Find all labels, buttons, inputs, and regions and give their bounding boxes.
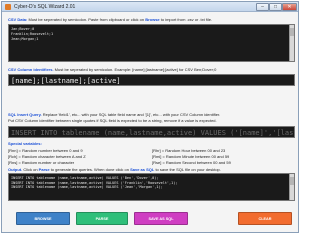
- csv-data-scrollbar[interactable]: [289, 25, 294, 61]
- minimize-button[interactable]: –: [256, 3, 269, 11]
- csv-data-textarea[interactable]: Jan;Bover;0 Franklin;Roosevelt;1 Jean;Mo…: [8, 24, 295, 62]
- special-variable: [Rnn] = Random number between 0 and 9: [8, 148, 83, 153]
- csv-identifiers-input[interactable]: [name];[lastname];[active]: [8, 74, 295, 86]
- csv-identifiers-label-text: Must be seperated by semicolon. Example:…: [53, 67, 217, 72]
- sql-query-label: SQL Insert Query. Replace 'field1', etc.…: [8, 112, 220, 117]
- app-window: Cyber-D's SQL Wizard 2.01 – □ ✕ CSV Data…: [1, 1, 299, 233]
- csv-data-label-title: CSV Data:: [8, 17, 28, 22]
- csv-data-label-text: Must be seperated by semicolon. Paste fr…: [27, 17, 146, 22]
- csv-data-browse-link: Browse: [145, 17, 160, 22]
- output-label-tail: to save the SQL file on your desktop.: [154, 167, 221, 172]
- output-scrollbar[interactable]: [289, 174, 294, 200]
- sql-query-help: Put CSV Column identifier between single…: [8, 118, 217, 123]
- clear-button[interactable]: CLEAR: [238, 212, 292, 225]
- output-label-title: Output.: [8, 167, 23, 172]
- title-bar[interactable]: Cyber-D's SQL Wizard 2.01 – □ ✕: [2, 2, 298, 12]
- special-variable: [Rhr] = Random Hour between 00 and 23: [152, 148, 226, 153]
- save-as-sql-button[interactable]: SAVE AS SQL: [134, 212, 188, 225]
- csv-identifiers-label-title: CSV Column identifiers.: [8, 67, 54, 72]
- window-title: Cyber-D's SQL Wizard 2.01: [14, 4, 76, 10]
- csv-data-label: CSV Data: Must be seperated by semicolon…: [8, 17, 212, 22]
- output-label-text: Click on: [22, 167, 39, 172]
- csv-data-line: Jean;Morgan;1: [11, 37, 39, 41]
- special-variable: [Rmi] = Random Minute between 00 and 59: [152, 154, 230, 159]
- output-label: Output. Click on Parse to generate the q…: [8, 167, 221, 172]
- maximize-button[interactable]: □: [269, 3, 282, 11]
- browse-button[interactable]: BROWSE: [16, 212, 70, 225]
- app-icon: [5, 4, 11, 10]
- special-variable: [Rns] = Random number or character: [8, 160, 75, 165]
- output-label-text: to generate the queries. When done click…: [49, 167, 131, 172]
- special-variables-title: Special variables:: [8, 141, 42, 146]
- sql-query-label-text: Replace 'field1', etc... with your SQL t…: [41, 112, 221, 117]
- csv-data-label-tail: to import from .csv or .txt file.: [159, 17, 213, 22]
- sql-query-input[interactable]: INSERT INTO tablename (name,lastname,act…: [8, 126, 295, 138]
- output-line: INSERT INTO tablename (name,lastname,act…: [11, 185, 163, 190]
- scroll-thumb[interactable]: [290, 177, 294, 185]
- scroll-thumb[interactable]: [290, 28, 294, 36]
- special-variable: [Rch] = Random character between A and Z: [8, 154, 86, 159]
- parse-button[interactable]: PARSE: [76, 212, 128, 225]
- close-button[interactable]: ✕: [282, 3, 297, 11]
- output-save-link: Save as SQL: [130, 167, 155, 172]
- output-parse-link: Parse: [38, 167, 50, 172]
- special-variables-label: Special variables:: [8, 141, 42, 146]
- csv-identifiers-label: CSV Column identifiers. Must be seperate…: [8, 67, 216, 72]
- sql-query-label-title: SQL Insert Query.: [8, 112, 42, 117]
- special-variable: [Rse] = Random Second between 00 and 59: [152, 160, 231, 165]
- output-textarea[interactable]: INSERT INTO tablename (name,lastname,act…: [8, 173, 295, 201]
